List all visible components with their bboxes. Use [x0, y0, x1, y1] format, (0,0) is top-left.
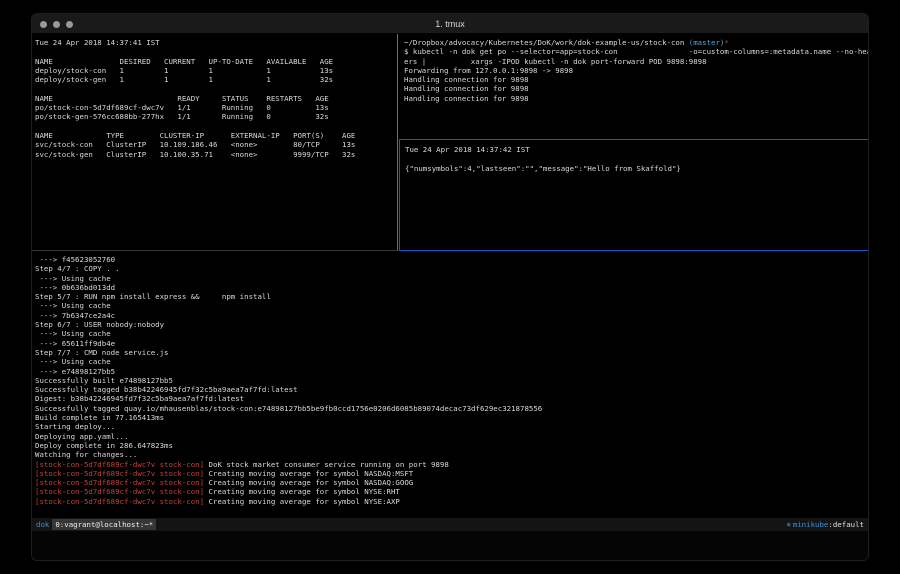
terminal-line: po/stock-gen-576cc688bb-277hx 1/1 Runnin… — [35, 112, 395, 121]
window-title: 1. tmux — [32, 19, 868, 29]
terminal-text-colored: [stock-con-5d7df689cf-dwc7v stock-con] — [35, 478, 204, 487]
terminal-line: Step 6/7 : USER nobody:nobody — [35, 320, 869, 329]
terminal-line: Deploying app.yaml... — [35, 432, 869, 441]
terminal-line: deploy/stock-con 1 1 1 1 13s — [35, 66, 395, 75]
terminal-line: {"numsymbols":4,"lastseen":"","message":… — [405, 164, 869, 173]
terminal-line: Handling connection for 9898 — [404, 94, 869, 103]
pane-port-forward[interactable]: ~/Dropbox/advocacy/Kubernetes/DoK/work/d… — [399, 34, 869, 139]
terminal-line: NAME READY STATUS RESTARTS AGE — [35, 94, 395, 103]
terminal-line: Handling connection for 9898 — [404, 75, 869, 84]
traffic-lights — [40, 14, 73, 34]
tmux-status-bar: dok 0:vagrant@localhost:~* ⎈ minikube :d… — [32, 518, 868, 531]
terminal-line: Step 4/7 : COPY . . — [35, 264, 869, 273]
terminal-line: svc/stock-gen ClusterIP 10.100.35.71 <no… — [35, 150, 395, 159]
session-name: dok — [35, 520, 52, 529]
close-button[interactable] — [40, 21, 47, 28]
terminal-line: Successfully tagged b38b42246945fd7f32c5… — [35, 385, 869, 394]
terminal-text: Creating moving average for symbol NYSE:… — [204, 497, 400, 506]
terminal-line: Handling connection for 9898 — [404, 84, 869, 93]
terminal-text-colored: [stock-con-5d7df689cf-dwc7v stock-con] — [35, 460, 204, 469]
tmux-panes: Tue 24 Apr 2018 14:37:41 IST NAME DESIRED… — [32, 34, 868, 518]
terminal-line: Watching for changes... — [35, 450, 869, 459]
terminal-line: ---> e74898127bb5 — [35, 367, 869, 376]
terminal-line: Build complete in 77.165413ms — [35, 413, 869, 422]
kube-context-label: minikube — [793, 520, 829, 529]
terminal-text-colored: * — [724, 38, 728, 47]
terminal-text-colored: (master) — [689, 38, 725, 47]
terminal-text: Creating moving average for symbol NASDA… — [204, 469, 413, 478]
terminal-line: svc/stock-con ClusterIP 10.109.186.46 <n… — [35, 140, 395, 149]
terminal-line: Digest: b38b42246945fd7f32c5ba9aea7af7fd… — [35, 394, 869, 403]
terminal-line: ---> Using cache — [35, 329, 869, 338]
terminal-line: Tue 24 Apr 2018 14:37:42 IST — [405, 145, 869, 154]
terminal-line: Tue 24 Apr 2018 14:37:41 IST — [35, 38, 395, 47]
terminal-line: ~/Dropbox/advocacy/Kubernetes/DoK/work/d… — [404, 38, 869, 47]
zoom-button[interactable] — [66, 21, 73, 28]
terminal-line: ---> Using cache — [35, 301, 869, 310]
window-titlebar[interactable]: 1. tmux — [32, 14, 868, 34]
terminal-line: ers | xargs -IPOD kubectl -n dok port-fo… — [404, 57, 869, 66]
pane-skaffold-log[interactable]: ---> f45623052760Step 4/7 : COPY . . ---… — [32, 251, 869, 518]
terminal-text: DoK stock market consumer service runnin… — [204, 460, 449, 469]
terminal-line: NAME DESIRED CURRENT UP-TO-DATE AVAILABL… — [35, 57, 395, 66]
terminal-line: Successfully tagged quay.io/mhausenblas/… — [35, 404, 869, 413]
terminal-line: [stock-con-5d7df689cf-dwc7v stock-con] C… — [35, 487, 869, 496]
terminal-line: ---> Using cache — [35, 274, 869, 283]
terminal-line: ---> 7b6347ce2a4c — [35, 311, 869, 320]
terminal-line: Step 5/7 : RUN npm install express && np… — [35, 292, 869, 301]
terminal-line: ---> Using cache — [35, 357, 869, 366]
terminal-text: Creating moving average for symbol NYSE:… — [204, 487, 400, 496]
terminal-line: $ kubectl -n dok get po --selector=app=s… — [404, 47, 869, 56]
terminal-line: Deploy complete in 286.647823ms — [35, 441, 869, 450]
terminal-text-colored: [stock-con-5d7df689cf-dwc7v stock-con] — [35, 487, 204, 496]
terminal-window: 1. tmux Tue 24 Apr 2018 14:37:41 IST NAME… — [31, 13, 869, 561]
window-tab[interactable]: 0:vagrant@localhost:~* — [52, 519, 156, 530]
terminal-line: Step 7/7 : CMD node service.js — [35, 348, 869, 357]
pane-kubectl-watch[interactable]: Tue 24 Apr 2018 14:37:41 IST NAME DESIRED… — [32, 34, 398, 251]
terminal-line: [stock-con-5d7df689cf-dwc7v stock-con] D… — [35, 460, 869, 469]
terminal-line: ---> 65611ff9db4e — [35, 339, 869, 348]
pane-service-output[interactable]: Tue 24 Apr 2018 14:37:42 IST {"numsymbols… — [399, 139, 869, 251]
minimize-button[interactable] — [53, 21, 60, 28]
terminal-line: po/stock-con-5d7df689cf-dwc7v 1/1 Runnin… — [35, 103, 395, 112]
terminal-line — [35, 47, 395, 56]
terminal-text-colored: [stock-con-5d7df689cf-dwc7v stock-con] — [35, 469, 204, 478]
terminal-line: [stock-con-5d7df689cf-dwc7v stock-con] C… — [35, 478, 869, 487]
desktop-background: 1. tmux Tue 24 Apr 2018 14:37:41 IST NAME… — [0, 0, 900, 574]
terminal-line — [35, 84, 395, 93]
terminal-line — [35, 122, 395, 131]
terminal-text: Creating moving average for symbol NASDA… — [204, 478, 413, 487]
terminal-line: deploy/stock-gen 1 1 1 1 32s — [35, 75, 395, 84]
terminal-text-colored: [stock-con-5d7df689cf-dwc7v stock-con] — [35, 497, 204, 506]
terminal-line: Starting deploy... — [35, 422, 869, 431]
window-bottom-fill — [32, 531, 868, 561]
terminal-text: ~/Dropbox/advocacy/Kubernetes/DoK/work/d… — [404, 38, 689, 47]
kubernetes-helm-icon: ⎈ — [786, 520, 790, 529]
terminal-line: Successfully built e74898127bb5 — [35, 376, 869, 385]
terminal-line: ---> f45623052760 — [35, 255, 869, 264]
terminal-line: NAME TYPE CLUSTER-IP EXTERNAL-IP PORT(S)… — [35, 131, 395, 140]
terminal-line — [405, 154, 869, 163]
kube-namespace-label: :default — [828, 520, 864, 529]
terminal-line: Forwarding from 127.0.0.1:9898 -> 9898 — [404, 66, 869, 75]
terminal-line: ---> 0b636bd013dd — [35, 283, 869, 292]
terminal-line: [stock-con-5d7df689cf-dwc7v stock-con] C… — [35, 469, 869, 478]
terminal-line: [stock-con-5d7df689cf-dwc7v stock-con] C… — [35, 497, 869, 506]
